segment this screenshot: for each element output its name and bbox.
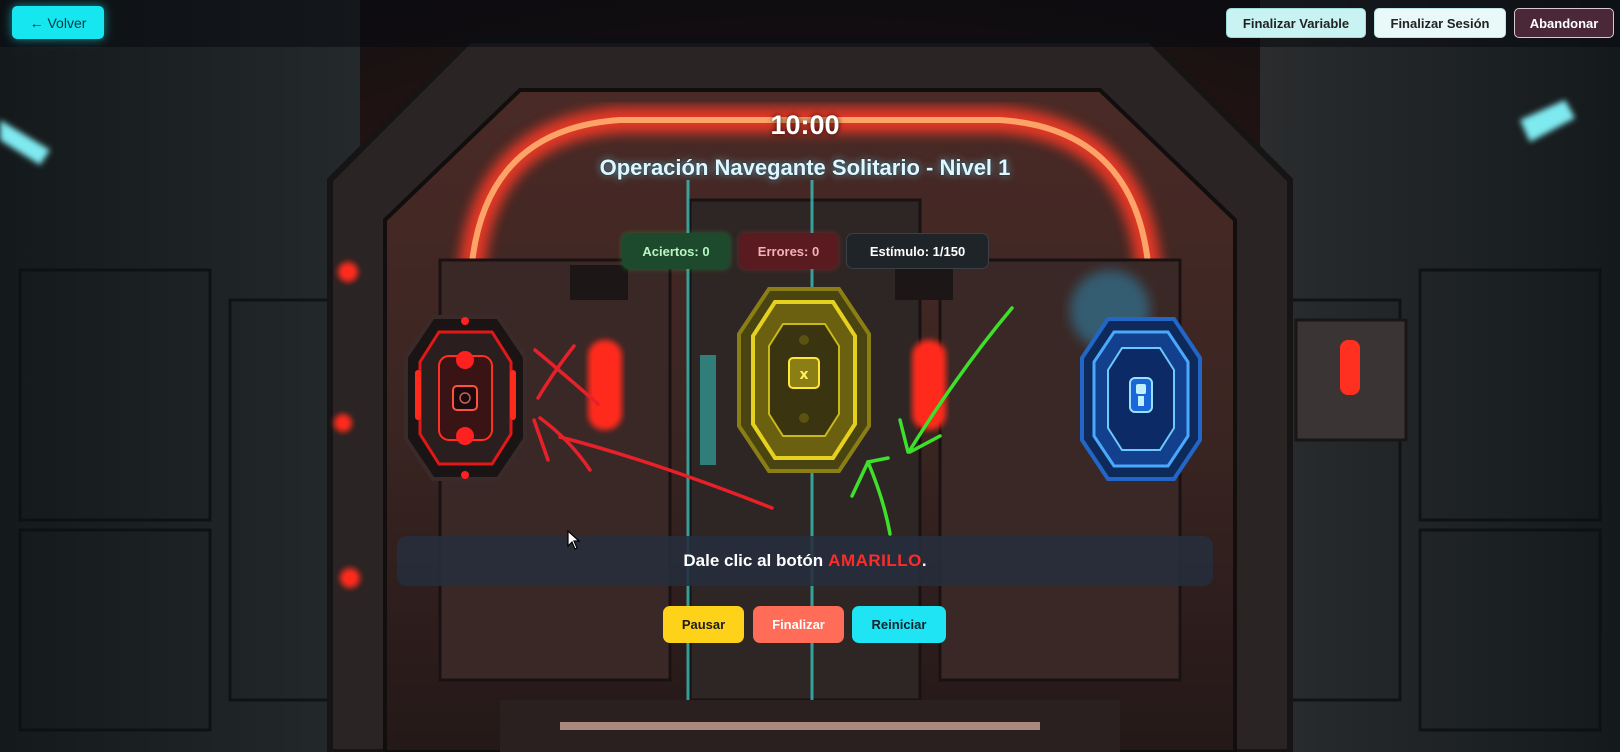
instruction-suffix: . [921, 551, 927, 570]
instruction-prefix: Dale clic al botón [683, 551, 824, 570]
yellow-button-symbol: x [799, 367, 808, 383]
blue-game-button[interactable] [1078, 314, 1204, 484]
countdown-timer: 10:00 [770, 110, 840, 140]
instruction-banner: Dale clic al botón AMARILLO . [397, 536, 1213, 586]
finalize-session-button[interactable]: Finalizar Sesión [1374, 8, 1506, 38]
hits-counter: Aciertos: 0 [622, 233, 730, 269]
yellow-game-button[interactable]: x [735, 284, 873, 476]
errors-counter: Errores: 0 [739, 233, 838, 269]
red-game-button[interactable] [403, 312, 528, 484]
finalize-variable-button[interactable]: Finalizar Variable [1226, 8, 1366, 38]
top-bar: ← Volver Finalizar Variable Finalizar Se… [0, 0, 1620, 47]
instruction-color-word: AMARILLO [828, 551, 922, 570]
abandon-button[interactable]: Abandonar [1514, 8, 1614, 38]
restart-button[interactable]: Reiniciar [852, 606, 946, 643]
back-button[interactable]: ← Volver [12, 6, 104, 39]
mouse-cursor-icon [567, 530, 581, 550]
finish-button[interactable]: Finalizar [753, 606, 844, 643]
stimulus-counter: Estímulo: 1/150 [846, 233, 989, 269]
game-title: Operación Navegante Solitario - Nivel 1 [599, 155, 1011, 180]
pause-button[interactable]: Pausar [663, 606, 744, 643]
